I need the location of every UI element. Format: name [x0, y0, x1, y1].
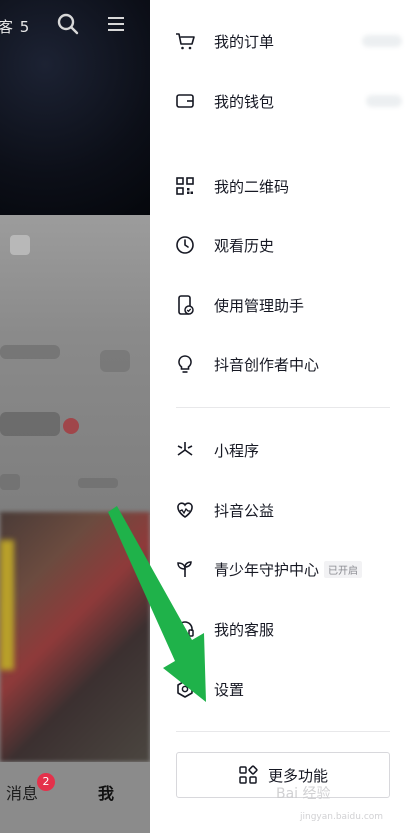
hexagon-gear-icon [174, 678, 196, 700]
phone-check-icon [174, 294, 196, 316]
menu-item-wallet[interactable]: 我的钱包 [150, 76, 416, 126]
menu-item-label: 我的客服 [214, 620, 275, 639]
messages-badge: 2 [37, 773, 55, 791]
section-divider [176, 407, 390, 408]
side-drawer: 我的订单 我的钱包 我的二维码 观看历史 使用管理助手 抖音创作者中心 小程序 … [150, 0, 416, 833]
menu-item-qr-code[interactable]: 我的二维码 [150, 161, 416, 211]
wallet-icon [174, 90, 196, 112]
background-blur-dot [63, 418, 79, 434]
section-divider [176, 731, 390, 732]
background-blur-block [0, 540, 14, 670]
nav-me-label: 我 [98, 784, 115, 803]
menu-item-history[interactable]: 观看历史 [150, 220, 416, 270]
sprout-icon [174, 558, 196, 580]
menu-item-label: 我的钱包 [214, 92, 275, 111]
menu-icon [108, 17, 124, 31]
background-top-label: 客 5 [0, 18, 31, 36]
qr-code-icon [174, 175, 196, 197]
charity-heart-icon [174, 499, 196, 521]
menu-item-youth-protection[interactable]: 青少年守护中心 已开启 [150, 544, 416, 594]
menu-item-creator-center[interactable]: 抖音创作者中心 [150, 339, 416, 389]
menu-item-label: 使用管理助手 [214, 296, 305, 315]
menu-item-label: 我的订单 [214, 32, 275, 51]
mini-program-icon [174, 439, 196, 461]
menu-item-label: 观看历史 [214, 236, 275, 255]
blurred-value [362, 35, 402, 47]
background-page: 客 5 消息 2 我 [0, 0, 150, 833]
menu-item-customer-service[interactable]: 我的客服 [150, 604, 416, 654]
background-blur-block [0, 345, 60, 359]
menu-item-settings[interactable]: 设置 [150, 664, 416, 714]
menu-item-label: 抖音创作者中心 [214, 355, 320, 374]
menu-item-label: 我的二维码 [214, 177, 290, 196]
menu-item-mini-programs[interactable]: 小程序 [150, 425, 416, 475]
cart-icon [174, 30, 196, 52]
background-blur-block [78, 478, 118, 488]
headset-icon [174, 618, 196, 640]
watermark-text: Bai 经验 [276, 786, 331, 802]
menu-item-label: 小程序 [214, 441, 260, 460]
background-blur-block [100, 350, 130, 372]
background-blur-block [0, 412, 60, 436]
background-blur-block [10, 235, 30, 255]
menu-item-label: 青少年守护中心 [214, 560, 320, 579]
search-icon [57, 13, 79, 35]
lightbulb-icon [174, 353, 196, 375]
blurred-value [366, 95, 402, 107]
background-video-thumbnail [0, 512, 150, 762]
grid-icon [239, 765, 258, 784]
clock-icon [174, 234, 196, 256]
menu-item-charity[interactable]: 抖音公益 [150, 485, 416, 535]
menu-item-usage-assistant[interactable]: 使用管理助手 [150, 280, 416, 330]
nav-messages-label: 消息 [6, 784, 39, 803]
background-blur-block [0, 474, 20, 490]
menu-item-label: 设置 [214, 680, 245, 699]
status-badge: 已开启 [324, 560, 362, 578]
menu-item-label: 抖音公益 [214, 501, 275, 520]
menu-item-orders[interactable]: 我的订单 [150, 16, 416, 66]
watermark-subtext: jingyan.baidu.com [300, 812, 384, 822]
